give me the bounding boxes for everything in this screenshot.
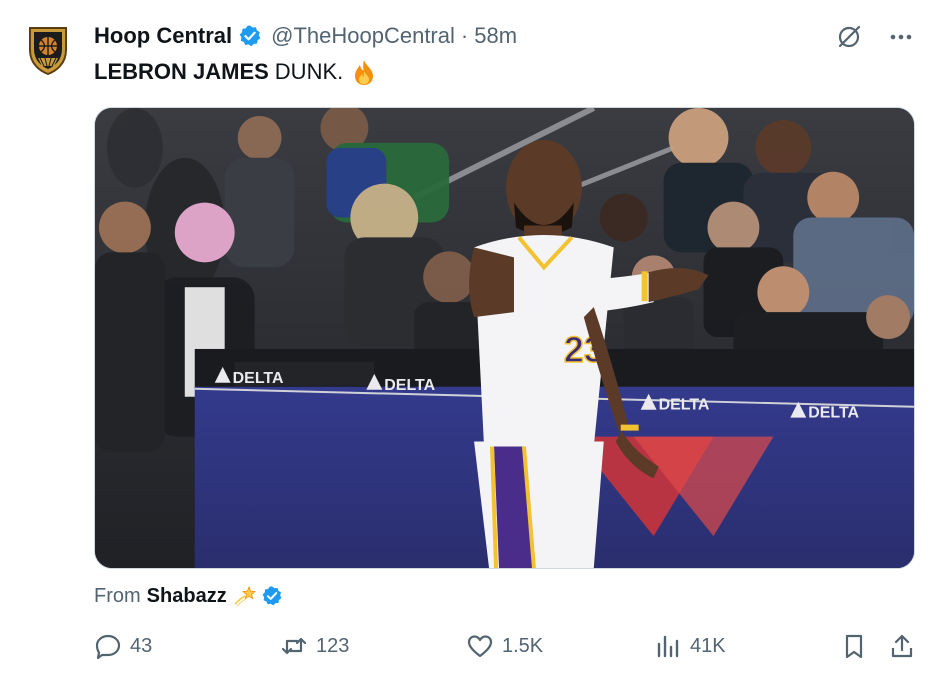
tweet-header: Hoop Central @TheHoopCentral · 58m (94, 22, 517, 50)
source-name[interactable]: Shabazz (147, 585, 227, 608)
repost-count: 123 (316, 634, 350, 657)
separator-dot: · (460, 23, 469, 48)
display-name[interactable]: Hoop Central (94, 23, 232, 49)
repost-button[interactable]: 123 (280, 628, 349, 664)
bookmark-button[interactable] (840, 628, 868, 664)
grok-icon[interactable] (834, 22, 864, 52)
analytics-icon (654, 632, 682, 660)
tweet-card[interactable]: Hoop Central @TheHoopCentral · 58m LEBRO… (0, 0, 940, 686)
tweet-text-bold: LEBRON JAMES (94, 59, 269, 84)
timestamp[interactable]: 58m (474, 23, 517, 49)
view-count: 41K (690, 634, 726, 657)
reply-button[interactable]: 43 (94, 628, 152, 664)
media-source: From Shabazz (94, 582, 283, 610)
like-count: 1.5K (502, 634, 544, 657)
tweet-actions: 43 123 1.5K 41K (94, 628, 916, 664)
top-actions (834, 22, 916, 52)
tweet-text: LEBRON JAMES DUNK. (94, 58, 377, 86)
ad-board-text: DELTA (384, 377, 435, 394)
basketball-photo: DELTA DELTA DELTA DELTA 23 (95, 108, 914, 568)
verified-badge-icon (238, 24, 262, 48)
like-button[interactable]: 1.5K (466, 628, 543, 664)
hoop-central-logo-icon (29, 27, 67, 76)
ad-board-text: DELTA (808, 405, 859, 422)
reply-count: 43 (130, 634, 153, 657)
fire-icon (351, 58, 377, 86)
share-icon (888, 632, 916, 660)
media-image[interactable]: DELTA DELTA DELTA DELTA 23 (94, 107, 915, 569)
verified-badge-icon (261, 585, 283, 607)
shooting-star-icon (233, 584, 257, 608)
more-options-icon[interactable] (886, 22, 916, 52)
repost-icon (280, 632, 308, 660)
tweet-text-rest: DUNK. (274, 59, 344, 84)
handle[interactable]: @TheHoopCentral (271, 23, 455, 49)
source-prefix: From (94, 584, 141, 607)
ad-board-text: DELTA (659, 397, 710, 414)
share-button[interactable] (888, 628, 916, 664)
bookmark-icon (840, 632, 868, 660)
avatar[interactable] (28, 24, 68, 76)
views-button[interactable]: 41K (654, 628, 726, 664)
ad-board-text: DELTA (233, 370, 284, 387)
reply-icon (94, 632, 122, 660)
heart-icon (466, 632, 494, 660)
